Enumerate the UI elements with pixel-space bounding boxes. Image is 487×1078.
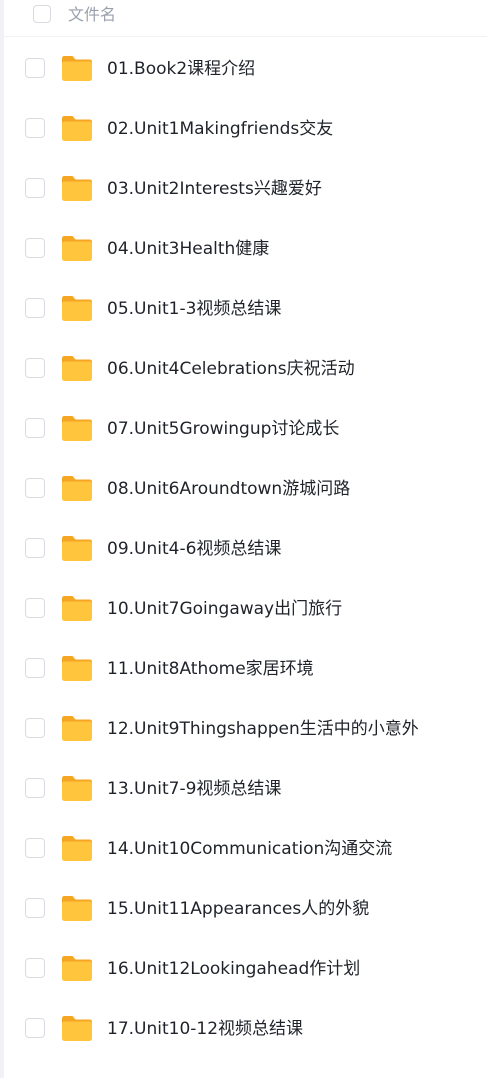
folder-name[interactable]: 17.Unit10-12视频总结课 [107,1015,303,1043]
folder-name[interactable]: 01.Book2课程介绍 [107,55,255,83]
folder-row[interactable]: 09.Unit4-6视频总结课 [4,519,487,579]
folder-row[interactable]: 10.Unit7Goingaway出门旅行 [4,579,487,639]
folder-row[interactable]: 06.Unit4Celebrations庆祝活动 [4,339,487,399]
folder-row[interactable]: 13.Unit7-9视频总结课 [4,759,487,819]
folder-name[interactable]: 12.Unit9Thingshappen生活中的小意外 [107,715,419,743]
row-checkbox[interactable] [25,298,45,318]
folder-icon [61,115,93,142]
file-list-header: 文件名 [4,0,487,37]
folder-name[interactable]: 04.Unit3Health健康 [107,235,269,263]
row-checkbox[interactable] [25,478,45,498]
folder-icon [61,55,93,82]
folder-icon [61,535,93,562]
folder-icon [61,415,93,442]
folder-icon [61,655,93,682]
column-header-filename[interactable]: 文件名 [68,2,116,28]
folder-name[interactable]: 14.Unit10Communication沟通交流 [107,835,392,863]
folder-name[interactable]: 10.Unit7Goingaway出门旅行 [107,595,342,623]
folder-icon [61,775,93,802]
folder-row[interactable]: 08.Unit6Aroundtown游城问路 [4,459,487,519]
folder-name[interactable]: 09.Unit4-6视频总结课 [107,535,281,563]
folder-icon [61,1015,93,1042]
folder-icon [61,355,93,382]
select-all-checkbox[interactable] [33,5,51,23]
folder-row[interactable]: 11.Unit8Athome家居环境 [4,639,487,699]
row-checkbox[interactable] [25,238,45,258]
folder-name[interactable]: 03.Unit2Interests兴趣爱好 [107,175,322,203]
folder-icon [61,835,93,862]
folder-icon [61,175,93,202]
folder-name[interactable]: 13.Unit7-9视频总结课 [107,775,281,803]
folder-row[interactable]: 05.Unit1-3视频总结课 [4,279,487,339]
folder-icon [61,895,93,922]
folder-row[interactable]: 02.Unit1Makingfriends交友 [4,99,487,159]
folder-icon [61,595,93,622]
folder-row[interactable]: 04.Unit3Health健康 [4,219,487,279]
row-checkbox[interactable] [25,118,45,138]
folder-row[interactable]: 16.Unit12Lookingahead作计划 [4,939,487,999]
folder-name[interactable]: 02.Unit1Makingfriends交友 [107,115,333,143]
row-checkbox[interactable] [25,358,45,378]
folder-name[interactable]: 11.Unit8Athome家居环境 [107,655,314,683]
folder-name[interactable]: 15.Unit11Appearances人的外貌 [107,895,369,923]
row-checkbox[interactable] [25,898,45,918]
folder-row[interactable]: 17.Unit10-12视频总结课 [4,999,487,1059]
row-checkbox[interactable] [25,718,45,738]
folder-row[interactable]: 15.Unit11Appearances人的外貌 [4,879,487,939]
row-checkbox[interactable] [25,838,45,858]
file-list: 文件名 01.Book2课程介绍 02.Unit1Makingfriends交友 0… [4,0,487,1078]
row-checkbox[interactable] [25,598,45,618]
row-checkbox[interactable] [25,1018,45,1038]
folder-name[interactable]: 06.Unit4Celebrations庆祝活动 [107,355,355,383]
folder-name[interactable]: 05.Unit1-3视频总结课 [107,295,281,323]
folder-icon [61,955,93,982]
folder-icon [61,475,93,502]
folder-icon [61,235,93,262]
row-checkbox[interactable] [25,658,45,678]
folder-row[interactable]: 03.Unit2Interests兴趣爱好 [4,159,487,219]
folder-row[interactable]: 12.Unit9Thingshappen生活中的小意外 [4,699,487,759]
folder-rows: 01.Book2课程介绍 02.Unit1Makingfriends交友 03.Un… [4,39,487,1059]
folder-row[interactable]: 01.Book2课程介绍 [4,39,487,99]
row-checkbox[interactable] [25,538,45,558]
folder-row[interactable]: 14.Unit10Communication沟通交流 [4,819,487,879]
row-checkbox[interactable] [25,58,45,78]
folder-name[interactable]: 16.Unit12Lookingahead作计划 [107,955,360,983]
row-checkbox[interactable] [25,778,45,798]
folder-icon [61,715,93,742]
folder-name[interactable]: 07.Unit5Growingup讨论成长 [107,415,339,443]
folder-name[interactable]: 08.Unit6Aroundtown游城问路 [107,475,350,503]
folder-icon [61,295,93,322]
row-checkbox[interactable] [25,958,45,978]
row-checkbox[interactable] [25,178,45,198]
folder-row[interactable]: 07.Unit5Growingup讨论成长 [4,399,487,459]
row-checkbox[interactable] [25,418,45,438]
